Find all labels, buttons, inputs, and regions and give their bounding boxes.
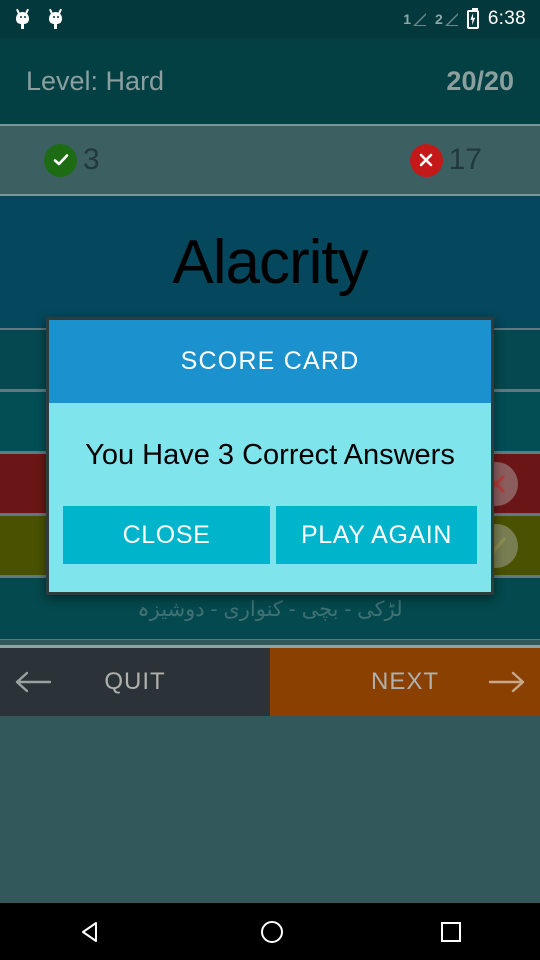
dialog-body: You Have 3 Correct Answers CLOSE PLAY AG… <box>49 403 491 592</box>
dialog-title: SCORE CARD <box>180 347 360 375</box>
close-button[interactable]: CLOSE <box>63 506 270 564</box>
android-nav-bar <box>0 903 540 960</box>
play-again-button[interactable]: PLAY AGAIN <box>276 506 477 564</box>
score-card-dialog: SCORE CARD You Have 3 Correct Answers CL… <box>46 317 494 595</box>
dialog-header: SCORE CARD <box>49 320 491 403</box>
dialog-message: You Have 3 Correct Answers <box>85 439 455 471</box>
phone-screen: 1 2 6:38 Level: Hard 20/20 3 17 Alacrity… <box>0 0 540 960</box>
dialog-actions: CLOSE PLAY AGAIN <box>49 472 491 592</box>
nav-home-icon[interactable] <box>259 919 285 945</box>
nav-back-icon[interactable] <box>77 918 105 946</box>
nav-recents-icon[interactable] <box>439 920 463 944</box>
